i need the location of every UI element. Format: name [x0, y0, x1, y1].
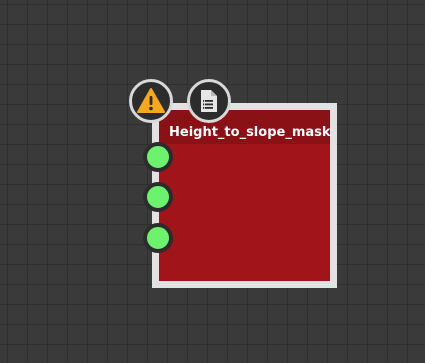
node-input-port-1[interactable] — [143, 142, 173, 172]
node-input-port-3[interactable] — [143, 223, 173, 253]
warning-badge[interactable] — [129, 79, 173, 123]
warning-icon — [137, 88, 165, 113]
node-input-port-2[interactable] — [143, 182, 173, 212]
node-title: Height_to_slope_mask — [169, 125, 331, 140]
node-header[interactable]: Height_to_slope_mask — [159, 110, 331, 144]
document-icon — [201, 90, 217, 112]
document-badge[interactable] — [187, 79, 231, 123]
graph-node[interactable]: Height_to_slope_mask — [152, 103, 337, 288]
node-body: Height_to_slope_mask — [159, 110, 331, 281]
